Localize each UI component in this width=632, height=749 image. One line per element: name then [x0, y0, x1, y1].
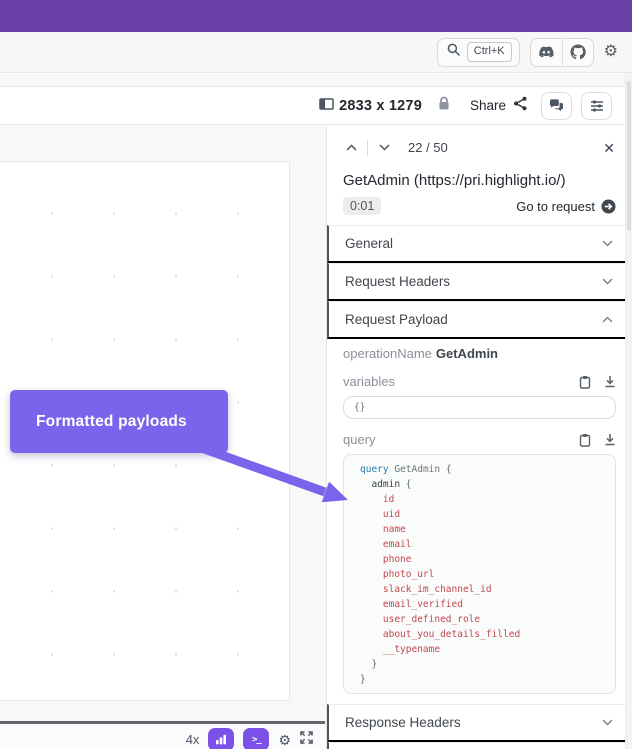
- section-request-payload[interactable]: Request Payload: [327, 301, 632, 339]
- download-icon: [604, 375, 616, 388]
- download-variables-button[interactable]: [604, 375, 616, 388]
- chevron-down-icon: [379, 144, 390, 151]
- share-nodes-icon: [513, 96, 528, 116]
- chevron-down-icon: [602, 240, 613, 247]
- arrow-right-circle-icon: [601, 199, 616, 214]
- download-icon: [604, 433, 616, 446]
- fullscreen-icon[interactable]: [300, 731, 313, 749]
- operation-name-label: operationName: [343, 346, 432, 361]
- next-request-button[interactable]: [376, 140, 392, 156]
- download-query-button[interactable]: [604, 433, 616, 446]
- request-counter: 22 / 50: [408, 140, 448, 155]
- bar-chart-icon: [215, 734, 227, 745]
- request-timestamp-badge: 0:01: [343, 197, 381, 215]
- devtools-button[interactable]: >_: [243, 728, 269, 749]
- variables-row: variables: [343, 374, 616, 389]
- chevron-up-icon: [602, 316, 613, 323]
- player-controls: 4x >_ ⚙: [0, 724, 326, 749]
- request-meta-row: 0:01 Go to request: [327, 189, 632, 225]
- metrics-button[interactable]: [208, 728, 234, 749]
- sliders-icon: [590, 100, 604, 112]
- page-scrollbar[interactable]: [625, 73, 632, 749]
- discord-icon[interactable]: [531, 39, 562, 66]
- network-request-panel: 22 / 50 ✕ GetAdmin (https://pri.highligh…: [326, 125, 632, 749]
- request-payload-body: operationName GetAdmin variables {} query: [327, 339, 632, 704]
- previous-request-button[interactable]: [343, 140, 359, 156]
- main-toolbar: Ctrl+K ⚙: [0, 32, 632, 73]
- request-pagination-row: 22 / 50 ✕: [327, 125, 632, 170]
- go-to-request-button[interactable]: Go to request: [516, 199, 616, 214]
- search-shortcut-keycap: Ctrl+K: [467, 42, 512, 61]
- toolbar-divider-strip: [0, 74, 632, 87]
- github-icon[interactable]: [562, 39, 593, 66]
- variables-label: variables: [343, 374, 395, 389]
- section-response-payload[interactable]: Response Payload: [327, 742, 632, 749]
- nav-divider: [367, 140, 368, 156]
- share-button[interactable]: Share: [470, 96, 528, 116]
- search-icon: [447, 43, 460, 61]
- comments-button[interactable]: [541, 92, 572, 120]
- brand-top-bar: [0, 0, 632, 32]
- query-row: query: [343, 432, 616, 447]
- section-response-headers[interactable]: Response Headers: [327, 704, 632, 742]
- clipboard-icon: [579, 433, 591, 447]
- variables-input[interactable]: {}: [343, 396, 616, 419]
- settings-gear-icon[interactable]: ⚙: [604, 44, 618, 60]
- player-settings-gear-icon[interactable]: ⚙: [278, 733, 291, 747]
- section-request-headers[interactable]: Request Headers: [327, 263, 632, 301]
- annotation-callout: Formatted payloads: [10, 390, 228, 453]
- search-button[interactable]: Ctrl+K: [437, 38, 520, 67]
- request-title: GetAdmin (https://pri.highlight.io/): [327, 170, 632, 189]
- comments-icon: [549, 99, 564, 112]
- operation-name-value: GetAdmin: [436, 346, 498, 361]
- close-icon: ✕: [603, 140, 615, 156]
- app-window: Ctrl+K ⚙ 2833 x 1279 Share: [0, 0, 632, 749]
- community-links-group: [530, 38, 594, 67]
- chevron-down-icon: [602, 278, 613, 285]
- viewport-resolution: 2833 x 1279: [319, 97, 422, 115]
- query-label: query: [343, 432, 376, 447]
- copy-query-button[interactable]: [579, 433, 591, 447]
- lock-icon[interactable]: [437, 96, 451, 116]
- operation-name-row: operationName GetAdmin: [343, 341, 616, 361]
- terminal-icon: >_: [252, 735, 261, 745]
- playback-speed-button[interactable]: 4x: [186, 732, 200, 747]
- scrollbar-thumb[interactable]: [627, 81, 631, 231]
- chevron-down-icon: [602, 719, 613, 726]
- variables-value: {}: [354, 402, 365, 413]
- close-panel-button[interactable]: ✕: [603, 141, 615, 155]
- section-general[interactable]: General: [327, 225, 632, 263]
- monitor-icon: [319, 97, 334, 115]
- share-label: Share: [470, 98, 506, 113]
- clipboard-icon: [579, 375, 591, 389]
- go-to-request-label: Go to request: [516, 199, 595, 214]
- resolution-text: 2833 x 1279: [339, 98, 422, 114]
- copy-variables-button[interactable]: [579, 375, 591, 389]
- annotation-label: Formatted payloads: [36, 413, 187, 431]
- query-code-block: query GetAdmin { admin { id uid name ema…: [343, 454, 616, 694]
- session-menu-button[interactable]: [581, 92, 612, 120]
- session-header: 2833 x 1279 Share: [0, 87, 632, 125]
- chevron-up-icon: [346, 144, 357, 151]
